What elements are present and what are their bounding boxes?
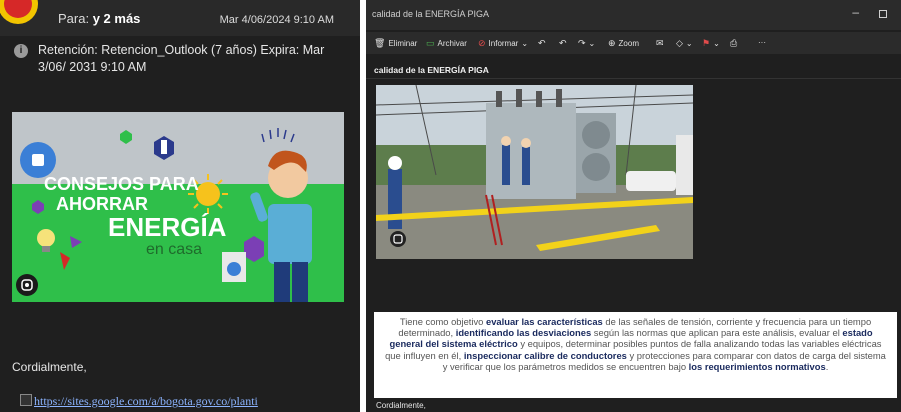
maximize-button[interactable] [879, 10, 887, 18]
flag-icon: ⚑ [702, 38, 711, 48]
recipients-more[interactable]: y 2 más [93, 11, 141, 26]
tag-icon: ◇ [676, 38, 683, 48]
banner-line1: CONSEJOS PARA [44, 174, 199, 194]
trash-icon: 🗑 [374, 38, 386, 48]
zoom-button[interactable]: ⊕ Zoom [608, 38, 639, 49]
chevron-down-icon: ⌄ [685, 39, 693, 48]
banner-line4: en casa [146, 241, 202, 258]
window-title: calidad de la ENERGÍA PIGA [372, 9, 490, 19]
window-titlebar: calidad de la ENERGÍA PIGA – [366, 0, 901, 30]
report-icon: ⊘ [478, 38, 486, 48]
mark-read-button[interactable]: ✉ [656, 38, 664, 49]
energy-tips-banner: CONSEJOS PARA AHORRAR ENERGÍA en casa [12, 112, 344, 302]
printer-icon: ⎙ [730, 38, 738, 48]
sent-date: Mar 4/06/2024 9:10 AM [219, 14, 334, 26]
to-label: Para: [58, 11, 90, 26]
forward-icon: ↷ [578, 38, 586, 48]
message-body-text: Tiene como objetivo evaluar las caracter… [374, 312, 897, 398]
tag-button[interactable]: ◇ ⌄ [676, 38, 693, 49]
broken-image-icon [20, 394, 32, 406]
signature-link[interactable]: https://sites.google.com/a/bogota.gov.co… [34, 394, 258, 409]
more-options-button[interactable]: ··· [758, 38, 766, 47]
recipients-line[interactable]: Para: y 2 más [58, 11, 140, 26]
visual-search-icon[interactable] [16, 274, 38, 296]
visual-search-icon[interactable] [390, 231, 406, 247]
signoff-text: Cordialmente, [12, 360, 87, 374]
banner-line3: ENERGÍA [108, 212, 227, 242]
sender-avatar[interactable] [0, 0, 46, 26]
signoff-text: Cordialmente, [376, 401, 426, 410]
print-button[interactable]: ⎙ [730, 38, 737, 49]
reply-all-button[interactable]: ↶ [559, 38, 567, 49]
delete-button[interactable]: 🗑 Eliminar [374, 38, 417, 49]
archive-icon: ▭ [426, 38, 435, 48]
retention-policy-text: Retención: Retencion_Outlook (7 años) Ex… [38, 43, 325, 74]
zoom-icon: ⊕ [608, 38, 616, 48]
message-header: Para: y 2 más Mar 4/06/2024 9:10 AM [0, 0, 360, 36]
chevron-down-icon: ⌄ [713, 39, 720, 48]
minimize-button[interactable]: – [852, 5, 859, 19]
email-reading-pane-left: Para: y 2 más Mar 4/06/2024 9:10 AM i Re… [0, 0, 360, 412]
email-window-right: calidad de la ENERGÍA PIGA – 🗑 Eliminar ▭… [366, 0, 901, 412]
archive-button[interactable]: ▭ Archivar [426, 38, 467, 49]
banner-line2: AHORRAR [56, 194, 148, 214]
substation-photo [376, 85, 693, 259]
message-toolbar: 🗑 Eliminar ▭ Archivar ⊘ Informar ⌄ ↶ ↶ ↷ ⌄ ⊕ Z… [366, 32, 901, 54]
forward-button[interactable]: ↷ ⌄ [578, 38, 595, 49]
reply-button[interactable]: ↶ [538, 38, 546, 49]
message-subject: calidad de la ENERGÍA PIGA [374, 65, 489, 75]
reply-icon: ↶ [538, 38, 546, 48]
info-icon: i [14, 44, 28, 58]
flag-button[interactable]: ⚑ ⌄ [702, 38, 720, 49]
chevron-down-icon: ⌄ [521, 39, 529, 48]
envelope-icon: ✉ [656, 38, 664, 48]
reply-all-icon: ↶ [559, 38, 567, 48]
chevron-down-icon: ⌄ [588, 39, 596, 48]
divider [366, 78, 901, 79]
report-button[interactable]: ⊘ Informar ⌄ [478, 38, 528, 49]
